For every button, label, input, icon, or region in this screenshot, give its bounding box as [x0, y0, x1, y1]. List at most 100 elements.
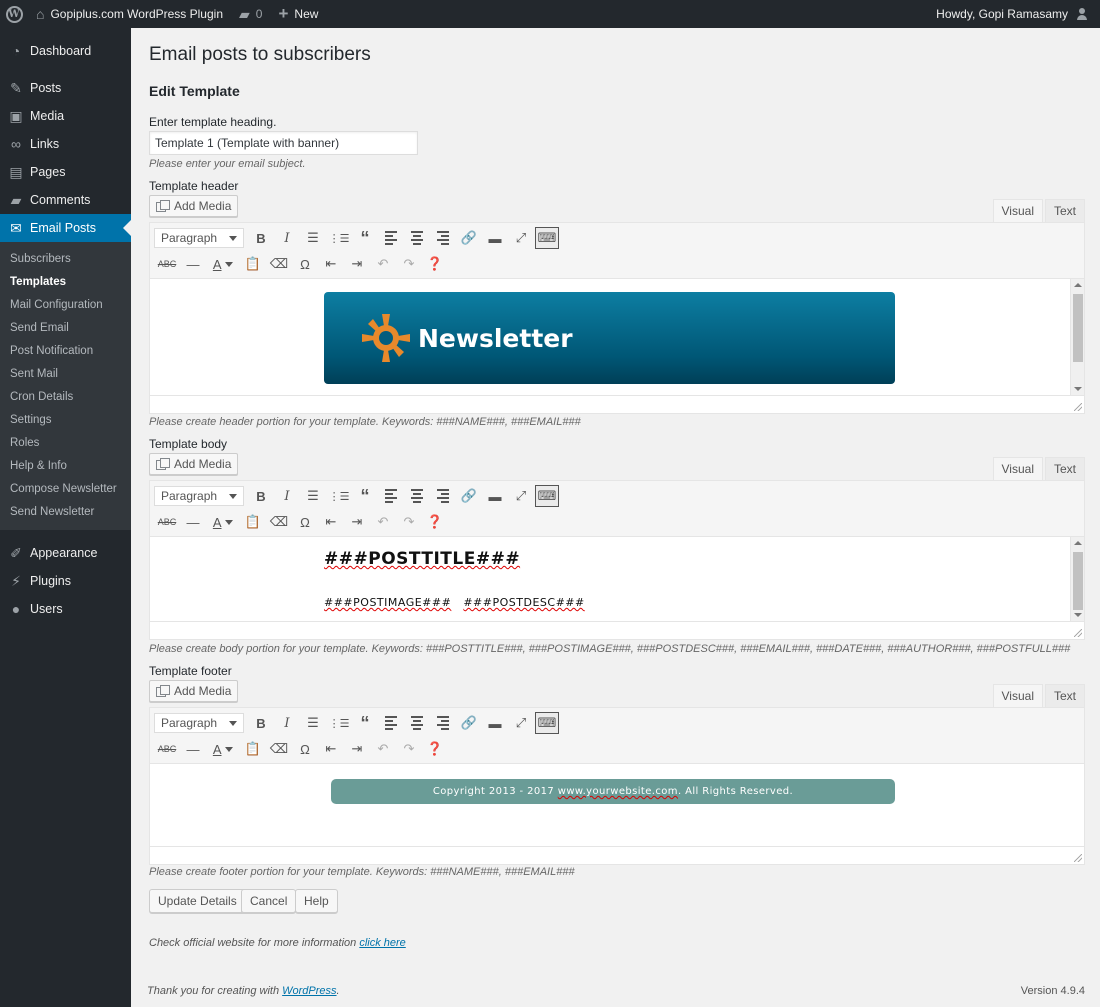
align-left-icon[interactable]: [378, 226, 404, 250]
read-more-icon[interactable]: ▬: [482, 484, 508, 508]
resize-handle-icon[interactable]: [1074, 629, 1082, 637]
blockquote-icon[interactable]: “: [352, 226, 378, 250]
align-center-icon[interactable]: [404, 484, 430, 508]
bold-icon[interactable]: B: [248, 484, 274, 508]
body-format-select[interactable]: Paragraph: [154, 486, 244, 506]
outdent-icon[interactable]: ⇤: [318, 252, 344, 276]
submenu-roles[interactable]: Roles: [0, 432, 131, 455]
submenu-cron-details[interactable]: Cron Details: [0, 386, 131, 409]
bold-icon[interactable]: B: [248, 711, 274, 735]
menu-dashboard[interactable]: ◔ Dashboard: [0, 37, 131, 65]
strikethrough-icon[interactable]: ABC: [154, 252, 180, 276]
click-here-link[interactable]: click here: [359, 937, 405, 949]
submenu-send-email[interactable]: Send Email: [0, 317, 131, 340]
menu-email-posts[interactable]: ✉ Email Posts: [0, 214, 131, 242]
undo-icon[interactable]: ↶: [370, 737, 396, 761]
footer-tab-visual[interactable]: Visual: [992, 684, 1043, 707]
menu-pages[interactable]: ▤ Pages: [0, 158, 131, 186]
submenu-post-notification[interactable]: Post Notification: [0, 340, 131, 363]
align-left-icon[interactable]: [378, 711, 404, 735]
horizontal-line-icon[interactable]: —: [180, 737, 206, 761]
insert-link-icon[interactable]: 🔗: [456, 484, 482, 508]
toolbar-toggle-icon[interactable]: ⌨: [535, 485, 559, 507]
redo-icon[interactable]: ↷: [396, 252, 422, 276]
fullscreen-icon[interactable]: ⤢: [508, 226, 534, 250]
submenu-subscribers[interactable]: Subscribers: [0, 248, 131, 271]
update-details-button[interactable]: Update Details: [149, 889, 246, 913]
menu-media[interactable]: ▣ Media: [0, 102, 131, 130]
align-right-icon[interactable]: [430, 484, 456, 508]
footer-tab-text[interactable]: Text: [1044, 684, 1085, 707]
header-format-select[interactable]: Paragraph: [154, 228, 244, 248]
template-heading-input[interactable]: [149, 131, 418, 155]
strikethrough-icon[interactable]: ABC: [154, 510, 180, 534]
align-center-icon[interactable]: [404, 226, 430, 250]
footer-format-select[interactable]: Paragraph: [154, 713, 244, 733]
horizontal-line-icon[interactable]: —: [180, 252, 206, 276]
wordpress-logo-icon[interactable]: W: [0, 0, 28, 28]
clear-formatting-icon[interactable]: ⌫: [266, 252, 292, 276]
outdent-icon[interactable]: ⇤: [318, 510, 344, 534]
menu-comments[interactable]: ▰ Comments: [0, 186, 131, 214]
bulleted-list-icon[interactable]: ☰: [300, 711, 326, 735]
strikethrough-icon[interactable]: ABC: [154, 737, 180, 761]
align-right-icon[interactable]: [430, 226, 456, 250]
body-scrollbar[interactable]: [1070, 537, 1084, 621]
menu-plugins[interactable]: ⚡ Plugins: [0, 567, 131, 595]
new-content-link[interactable]: + New: [270, 0, 326, 28]
text-color-icon[interactable]: A: [206, 252, 240, 276]
read-more-icon[interactable]: ▬: [482, 711, 508, 735]
clear-formatting-icon[interactable]: ⌫: [266, 510, 292, 534]
special-character-icon[interactable]: Ω: [292, 737, 318, 761]
redo-icon[interactable]: ↷: [396, 737, 422, 761]
redo-icon[interactable]: ↷: [396, 510, 422, 534]
read-more-icon[interactable]: ▬: [482, 226, 508, 250]
indent-icon[interactable]: ⇥: [344, 252, 370, 276]
outdent-icon[interactable]: ⇤: [318, 737, 344, 761]
italic-icon[interactable]: I: [274, 484, 300, 508]
fullscreen-icon[interactable]: ⤢: [508, 484, 534, 508]
bulleted-list-icon[interactable]: ☰: [300, 484, 326, 508]
body-add-media-button[interactable]: Add Media: [149, 453, 239, 475]
site-name-link[interactable]: ⌂ Gopiplus.com WordPress Plugin: [28, 0, 231, 28]
numbered-list-icon[interactable]: ⋮☰: [326, 484, 352, 508]
toolbar-toggle-icon[interactable]: ⌨: [535, 712, 559, 734]
numbered-list-icon[interactable]: ⋮☰: [326, 711, 352, 735]
bulleted-list-icon[interactable]: ☰: [300, 226, 326, 250]
indent-icon[interactable]: ⇥: [344, 737, 370, 761]
body-tab-visual[interactable]: Visual: [992, 457, 1043, 480]
bold-icon[interactable]: B: [248, 226, 274, 250]
align-center-icon[interactable]: [404, 711, 430, 735]
resize-handle-icon[interactable]: [1074, 854, 1082, 862]
submenu-mail-configuration[interactable]: Mail Configuration: [0, 294, 131, 317]
header-tab-text[interactable]: Text: [1044, 199, 1085, 222]
align-left-icon[interactable]: [378, 484, 404, 508]
numbered-list-icon[interactable]: ⋮☰: [326, 226, 352, 250]
menu-users[interactable]: ● Users: [0, 595, 131, 623]
cancel-button[interactable]: Cancel: [241, 889, 297, 913]
body-content-area[interactable]: ###POSTTITLE### ###POSTIMAGE### ###POSTD…: [150, 537, 1084, 621]
footer-add-media-button[interactable]: Add Media: [149, 680, 239, 702]
text-color-icon[interactable]: A: [206, 510, 240, 534]
menu-links[interactable]: ∞ Links: [0, 130, 131, 158]
submenu-templates[interactable]: Templates: [0, 271, 131, 294]
submenu-compose-newsletter[interactable]: Compose Newsletter: [0, 478, 131, 501]
undo-icon[interactable]: ↶: [370, 252, 396, 276]
help-button[interactable]: Help: [295, 889, 338, 913]
blockquote-icon[interactable]: “: [352, 711, 378, 735]
paste-text-icon[interactable]: 📋: [240, 737, 266, 761]
user-account-link[interactable]: Howdy, Gopi Ramasamy: [928, 0, 1100, 28]
insert-link-icon[interactable]: 🔗: [456, 711, 482, 735]
text-color-icon[interactable]: A: [206, 737, 240, 761]
indent-icon[interactable]: ⇥: [344, 510, 370, 534]
submenu-send-newsletter[interactable]: Send Newsletter: [0, 501, 131, 524]
menu-appearance[interactable]: ✐ Appearance: [0, 539, 131, 567]
special-character-icon[interactable]: Ω: [292, 252, 318, 276]
submenu-help-info[interactable]: Help & Info: [0, 455, 131, 478]
submenu-settings[interactable]: Settings: [0, 409, 131, 432]
special-character-icon[interactable]: Ω: [292, 510, 318, 534]
toolbar-toggle-icon[interactable]: ⌨: [535, 227, 559, 249]
comments-link[interactable]: ▰ 0: [231, 0, 270, 28]
body-tab-text[interactable]: Text: [1044, 457, 1085, 480]
header-scrollbar[interactable]: [1070, 279, 1084, 395]
